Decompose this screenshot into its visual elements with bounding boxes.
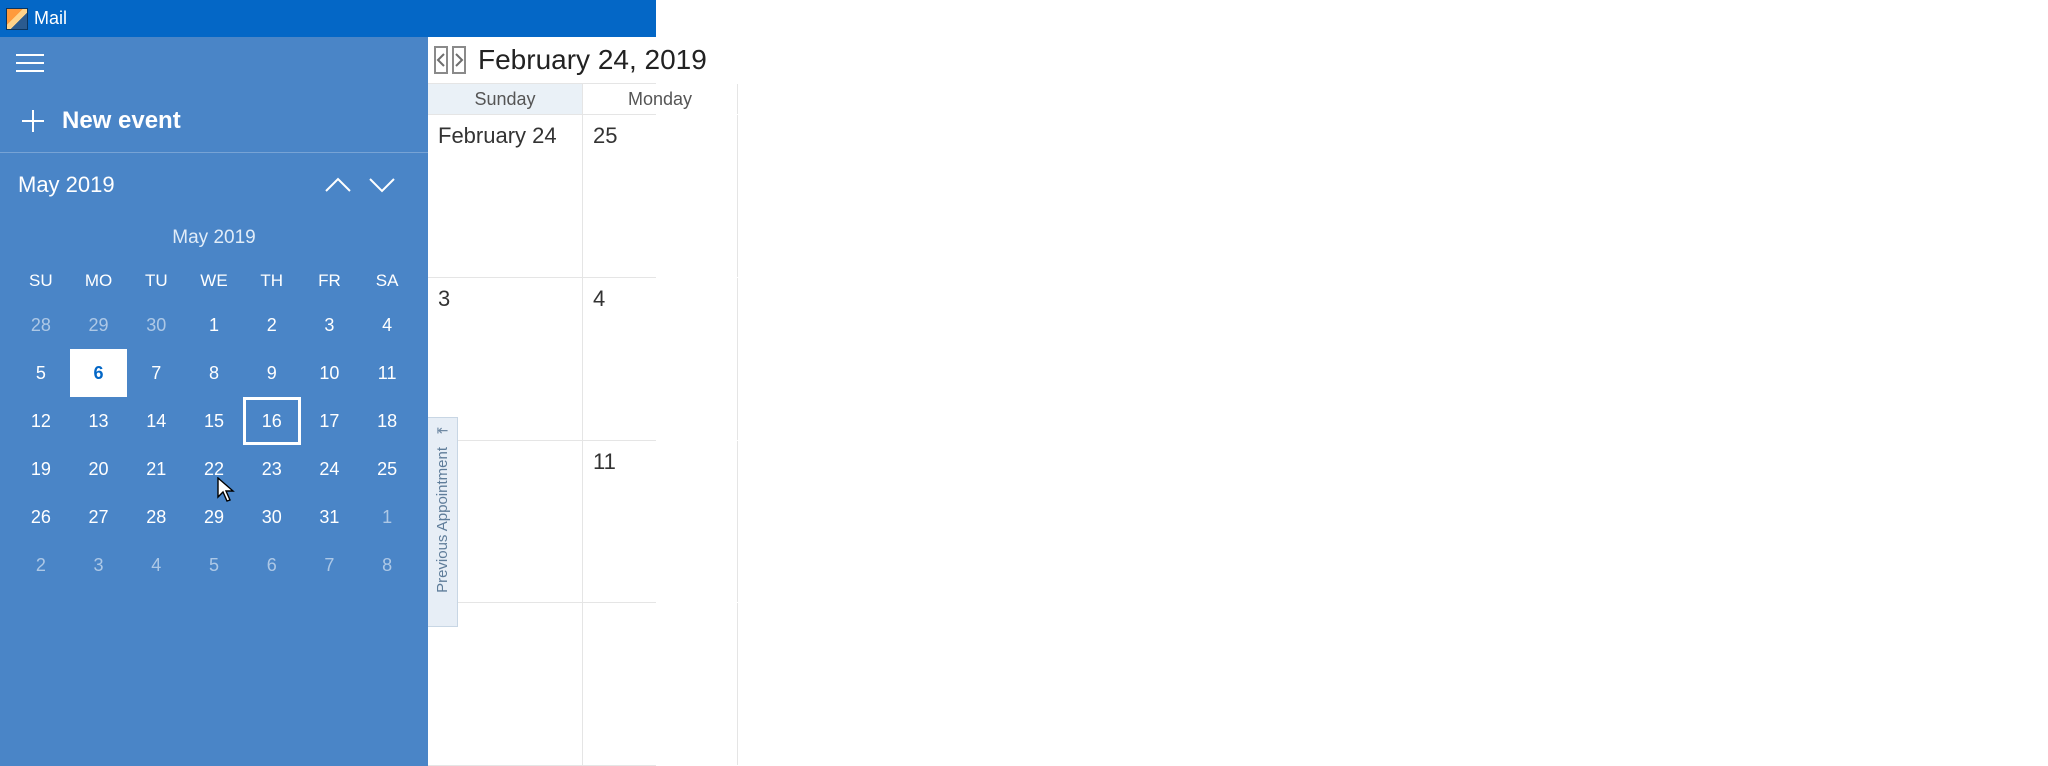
mini-day[interactable]: 20 xyxy=(70,445,128,493)
mini-weekday: SA xyxy=(358,263,416,301)
mini-day[interactable]: 3 xyxy=(301,301,359,349)
mini-day[interactable]: 12 xyxy=(12,397,70,445)
calendar-day-cell[interactable] xyxy=(583,603,738,765)
previous-appointment-label: Previous Appointment xyxy=(434,447,451,593)
mini-day[interactable]: 29 xyxy=(185,493,243,541)
mini-day[interactable]: 23 xyxy=(243,445,301,493)
mini-day[interactable]: 7 xyxy=(127,349,185,397)
mini-calendar-grid: 2829301234567891011121314151617181920212… xyxy=(12,301,416,589)
mini-day[interactable]: 6 xyxy=(70,349,128,397)
prev-month-button[interactable] xyxy=(316,163,360,207)
mini-day[interactable]: 19 xyxy=(12,445,70,493)
calendar-toolbar: February 24, 2019 xyxy=(428,37,656,83)
mini-day[interactable]: 16 xyxy=(243,397,301,445)
mini-day[interactable]: 5 xyxy=(12,349,70,397)
mini-day[interactable]: 7 xyxy=(301,541,359,589)
month-header: May 2019 xyxy=(0,153,428,217)
mini-day[interactable]: 4 xyxy=(127,541,185,589)
mini-day[interactable]: 13 xyxy=(70,397,128,445)
arrow-left-icon: ⇤ xyxy=(437,422,449,439)
new-event-button[interactable]: New event xyxy=(0,89,428,153)
calendar-day-cell[interactable]: 4 xyxy=(583,278,738,440)
calendar-day-cell[interactable]: February 24 xyxy=(428,115,583,277)
mini-day[interactable]: 4 xyxy=(358,301,416,349)
app-body: New event May 2019 May 2019 SUMOTUWETHFR… xyxy=(0,37,656,766)
mini-day[interactable]: 11 xyxy=(358,349,416,397)
mini-day[interactable]: 3 xyxy=(70,541,128,589)
current-date-label: February 24, 2019 xyxy=(478,44,707,76)
mini-day[interactable]: 17 xyxy=(301,397,359,445)
mini-day[interactable]: 26 xyxy=(12,493,70,541)
title-bar: Mail xyxy=(0,0,656,37)
plus-icon xyxy=(20,108,46,134)
mini-calendar-weekdays: SUMOTUWETHFRSA xyxy=(12,263,416,301)
prev-period-button[interactable] xyxy=(434,46,448,74)
mini-weekday: FR xyxy=(301,263,359,301)
mini-day[interactable]: 21 xyxy=(127,445,185,493)
mini-weekday: TU xyxy=(127,263,185,301)
mini-day[interactable]: 10 xyxy=(301,349,359,397)
sidebar: New event May 2019 May 2019 SUMOTUWETHFR… xyxy=(0,37,428,766)
previous-appointment-tab[interactable]: ⇤ Previous Appointment xyxy=(428,417,458,627)
mini-day[interactable]: 22 xyxy=(185,445,243,493)
app-window: Mail New event xyxy=(0,0,656,766)
mini-day[interactable]: 30 xyxy=(243,493,301,541)
mini-weekday: MO xyxy=(70,263,128,301)
mini-day[interactable]: 1 xyxy=(185,301,243,349)
calendar-column-header: Sunday xyxy=(428,84,583,114)
mini-day[interactable]: 28 xyxy=(12,301,70,349)
mini-day[interactable]: 14 xyxy=(127,397,185,445)
mini-day[interactable]: 29 xyxy=(70,301,128,349)
mini-calendar-title: May 2019 xyxy=(12,227,416,249)
mini-day[interactable]: 2 xyxy=(243,301,301,349)
calendar-day-cell[interactable]: 25 xyxy=(583,115,738,277)
calendar-grid: February 24253411 xyxy=(428,115,656,766)
mini-day[interactable]: 8 xyxy=(358,541,416,589)
mini-day[interactable]: 6 xyxy=(243,541,301,589)
mini-day[interactable]: 1 xyxy=(358,493,416,541)
mini-day[interactable]: 28 xyxy=(127,493,185,541)
new-event-label: New event xyxy=(62,107,181,135)
hamburger-button[interactable] xyxy=(0,37,60,89)
calendar-day-cell[interactable] xyxy=(428,603,583,765)
mini-weekday: SU xyxy=(12,263,70,301)
mini-day[interactable]: 30 xyxy=(127,301,185,349)
next-period-button[interactable] xyxy=(452,46,466,74)
mini-day[interactable]: 15 xyxy=(185,397,243,445)
mini-day[interactable]: 5 xyxy=(185,541,243,589)
mini-weekday: TH xyxy=(243,263,301,301)
mini-day[interactable]: 27 xyxy=(70,493,128,541)
mini-day[interactable]: 2 xyxy=(12,541,70,589)
mini-day[interactable]: 24 xyxy=(301,445,359,493)
calendar-day-cell[interactable]: 11 xyxy=(583,441,738,603)
mini-day[interactable]: 18 xyxy=(358,397,416,445)
next-month-button[interactable] xyxy=(360,163,404,207)
month-header-label: May 2019 xyxy=(18,172,316,198)
calendar-day-cell[interactable]: 3 xyxy=(428,278,583,440)
app-title: Mail xyxy=(34,8,67,29)
mini-day[interactable]: 25 xyxy=(358,445,416,493)
mini-day[interactable]: 31 xyxy=(301,493,359,541)
calendar-column-headers: SundayMonday xyxy=(428,83,656,115)
mini-calendar: May 2019 SUMOTUWETHFRSA 2829301234567891… xyxy=(0,217,428,589)
mini-day[interactable]: 9 xyxy=(243,349,301,397)
app-icon xyxy=(6,8,28,30)
calendar-main: February 24, 2019 SundayMonday February … xyxy=(428,37,656,766)
calendar-column-header: Monday xyxy=(583,84,738,114)
mini-weekday: WE xyxy=(185,263,243,301)
mini-day[interactable]: 8 xyxy=(185,349,243,397)
